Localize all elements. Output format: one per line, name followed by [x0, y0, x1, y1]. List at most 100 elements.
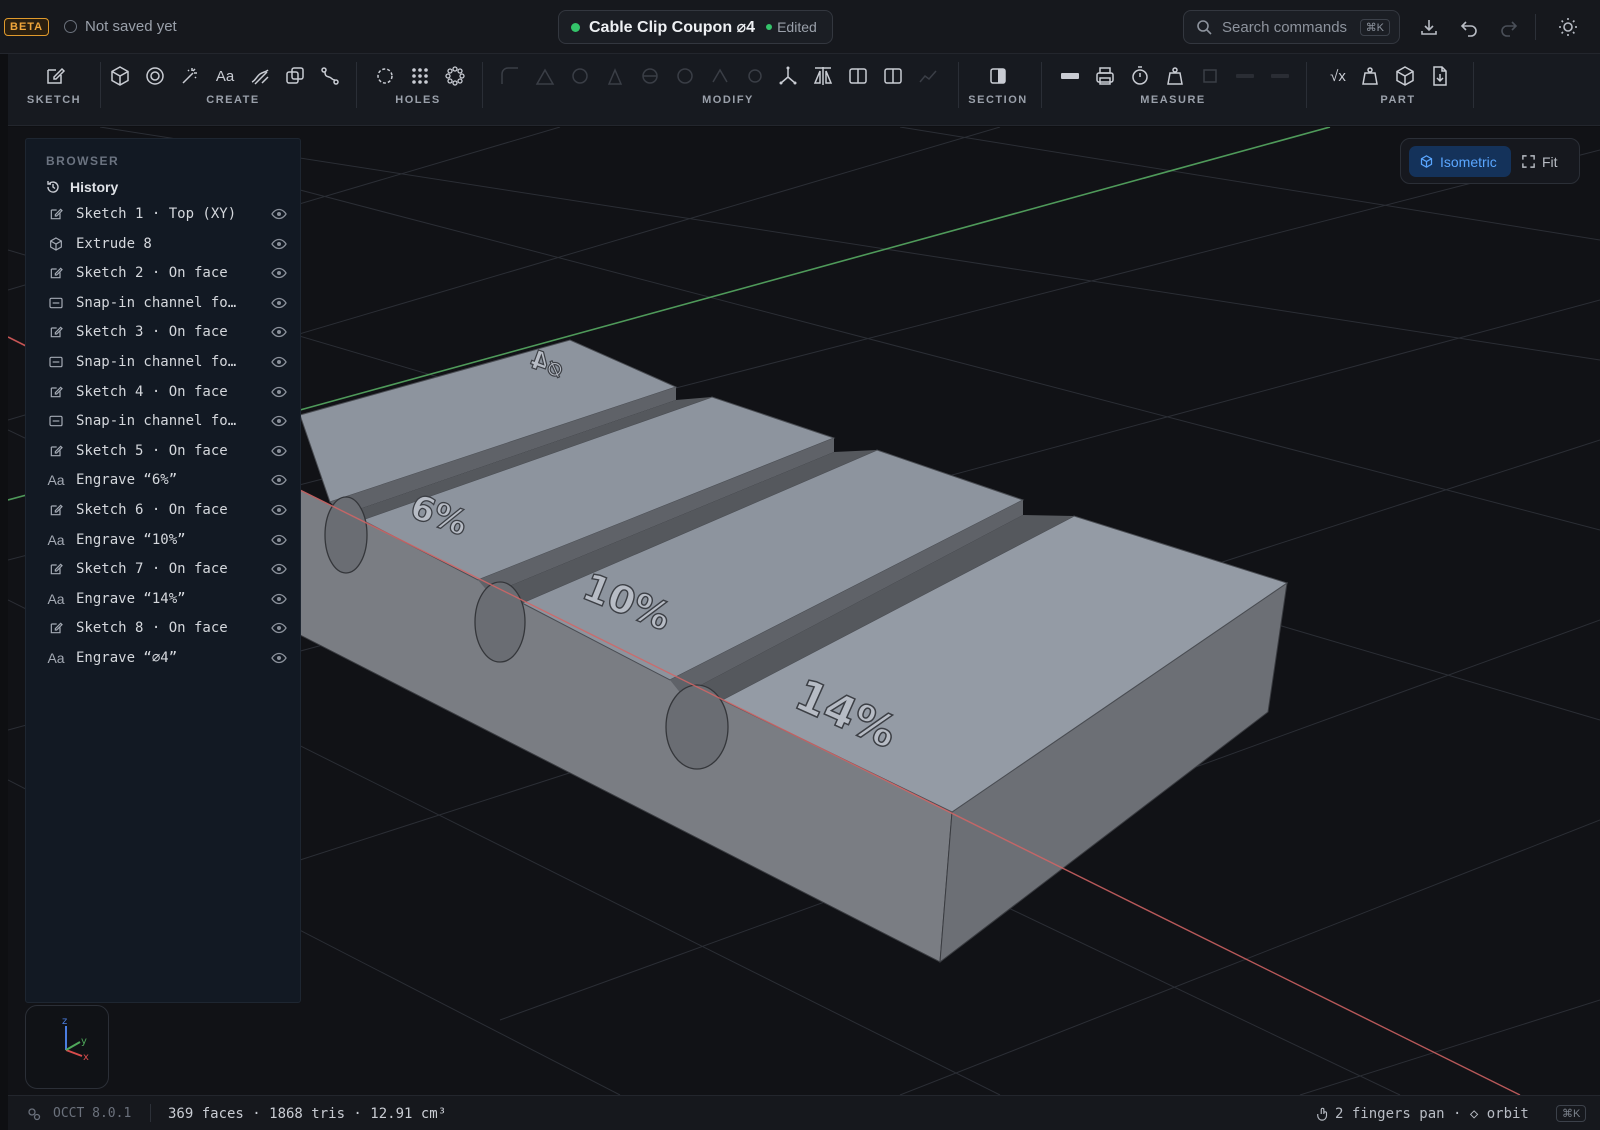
visibility-eye-icon[interactable] — [271, 385, 287, 399]
timer-icon[interactable] — [1128, 64, 1152, 88]
sketch-icon — [47, 619, 65, 637]
browser-item[interactable]: Aa Engrave “14%” — [47, 586, 287, 612]
path-icon[interactable] — [318, 64, 342, 88]
chamfer-icon[interactable] — [533, 64, 557, 88]
command-search[interactable]: Search commands ⌘K — [1183, 10, 1400, 44]
printer-icon[interactable] — [1093, 64, 1117, 88]
browser-item[interactable]: Aa Engrave “⌀4” — [47, 645, 287, 671]
text-tool-icon[interactable]: Aa — [213, 64, 237, 88]
y-axis-arrow — [65, 1041, 81, 1051]
hole-grid-icon[interactable] — [408, 64, 432, 88]
x-axis-label: x — [83, 1052, 89, 1063]
fit-label: Fit — [1542, 153, 1558, 170]
browser-item[interactable]: Extrude 8 — [47, 231, 287, 257]
browser-item[interactable]: Snap-in channel fo… — [47, 408, 287, 434]
ruler-icon[interactable] — [1058, 64, 1082, 88]
trend-icon[interactable] — [916, 64, 940, 88]
browser-item[interactable]: Sketch 3 · On face — [47, 319, 287, 345]
shell-icon[interactable] — [568, 64, 592, 88]
cable-clip-coupon-model[interactable] — [299, 339, 1521, 1095]
isometric-button[interactable]: Isometric — [1409, 146, 1511, 177]
visibility-eye-icon[interactable] — [271, 473, 287, 487]
visibility-eye-icon[interactable] — [271, 355, 287, 369]
split-face-icon[interactable] — [881, 64, 905, 88]
hole-icon[interactable] — [373, 64, 397, 88]
visibility-eye-icon[interactable] — [271, 207, 287, 221]
visibility-eye-icon[interactable] — [271, 444, 287, 458]
revolve-icon[interactable] — [143, 64, 167, 88]
redo-icon[interactable] — [1498, 16, 1520, 38]
browser-item[interactable]: Aa Engrave “10%” — [47, 527, 287, 553]
visibility-eye-icon[interactable] — [271, 414, 287, 428]
section-view-icon[interactable] — [986, 64, 1010, 88]
visibility-eye-icon[interactable] — [271, 562, 287, 576]
visibility-eye-icon[interactable] — [271, 237, 287, 251]
top-separator — [1535, 14, 1536, 40]
document-title-pill[interactable]: Cable Clip Coupon ⌀4 Edited — [558, 10, 833, 44]
parameters-formula-icon[interactable]: √x — [1323, 64, 1353, 88]
visibility-eye-icon[interactable] — [271, 296, 287, 310]
browser-item[interactable]: Sketch 6 · On face — [47, 497, 287, 523]
fillet-icon[interactable] — [498, 64, 522, 88]
history-label: History — [70, 179, 119, 195]
angle-icon[interactable] — [1233, 64, 1257, 88]
combine-shapes-icon[interactable] — [283, 64, 307, 88]
sketch-icon[interactable] — [43, 64, 67, 88]
browser-item[interactable]: Sketch 8 · On face — [47, 615, 287, 641]
z-axis-label: z — [62, 1016, 67, 1027]
ribbon-separator — [958, 62, 959, 108]
thicken-icon[interactable] — [673, 64, 697, 88]
visibility-eye-icon[interactable] — [271, 651, 287, 665]
theme-sun-icon[interactable] — [1557, 16, 1579, 38]
sweep-icon[interactable] — [248, 64, 272, 88]
undo-icon[interactable] — [1458, 16, 1480, 38]
cube-icon — [1420, 155, 1433, 168]
distance-icon[interactable] — [1268, 64, 1292, 88]
offset-icon[interactable] — [708, 64, 732, 88]
visibility-eye-icon[interactable] — [271, 621, 287, 635]
move-body-icon[interactable] — [776, 64, 800, 88]
dimension-icon[interactable] — [1198, 64, 1222, 88]
browser-item-label: Sketch 3 · On face — [76, 324, 228, 341]
draft-icon[interactable] — [603, 64, 627, 88]
split-body-icon[interactable] — [846, 64, 870, 88]
magic-wand-icon[interactable] — [178, 64, 202, 88]
fit-button[interactable]: Fit — [1521, 146, 1558, 177]
browser-item-label: Sketch 2 · On face — [76, 265, 228, 282]
history-header[interactable]: History — [45, 179, 118, 195]
scale-icon[interactable] — [743, 64, 767, 88]
visibility-eye-icon[interactable] — [271, 503, 287, 517]
browser-item[interactable]: Sketch 7 · On face — [47, 556, 287, 582]
ribbon-separator — [100, 62, 101, 108]
sketch-icon — [47, 383, 65, 401]
unsaved-ring-icon — [64, 20, 77, 33]
mass-weight-icon[interactable] — [1163, 64, 1187, 88]
browser-item[interactable]: Sketch 4 · On face — [47, 379, 287, 405]
y-axis-line — [299, 127, 1331, 411]
download-icon[interactable] — [1418, 16, 1440, 38]
material-weight-icon[interactable] — [1358, 64, 1382, 88]
export-file-icon[interactable] — [1428, 64, 1452, 88]
hole-pattern-icon[interactable] — [443, 64, 467, 88]
browser-item[interactable]: Sketch 1 · Top (XY) — [47, 201, 287, 227]
mirror-icon[interactable] — [811, 64, 835, 88]
visibility-eye-icon[interactable] — [271, 266, 287, 280]
part-cube-icon[interactable] — [1393, 64, 1417, 88]
visibility-eye-icon[interactable] — [271, 592, 287, 606]
browser-item-label: Engrave “14%” — [76, 590, 186, 607]
visibility-eye-icon[interactable] — [271, 325, 287, 339]
group-label-modify: MODIFY — [702, 94, 754, 106]
sketch-icon — [47, 442, 65, 460]
mesh-stats: 369 faces · 1868 tris · 12.91 cm³ — [168, 1106, 447, 1122]
browser-item[interactable]: Aa Engrave “6%” — [47, 467, 287, 493]
axis-orientation-widget[interactable]: z x y — [25, 1005, 109, 1089]
split-icon[interactable] — [638, 64, 662, 88]
browser-item[interactable]: Snap-in channel fo… — [47, 349, 287, 375]
kernel-version: OCCT 8.0.1 — [53, 1106, 132, 1121]
browser-item[interactable]: Sketch 5 · On face — [47, 438, 287, 464]
visibility-eye-icon[interactable] — [271, 533, 287, 547]
browser-item[interactable]: Sketch 2 · On face — [47, 260, 287, 286]
browser-item[interactable]: Snap-in channel fo… — [47, 290, 287, 316]
toolbar-ribbon: SKETCH Aa CREATE HOLES MODIFY SECTION ME… — [8, 54, 1600, 126]
extrude-cube-icon[interactable] — [108, 64, 132, 88]
